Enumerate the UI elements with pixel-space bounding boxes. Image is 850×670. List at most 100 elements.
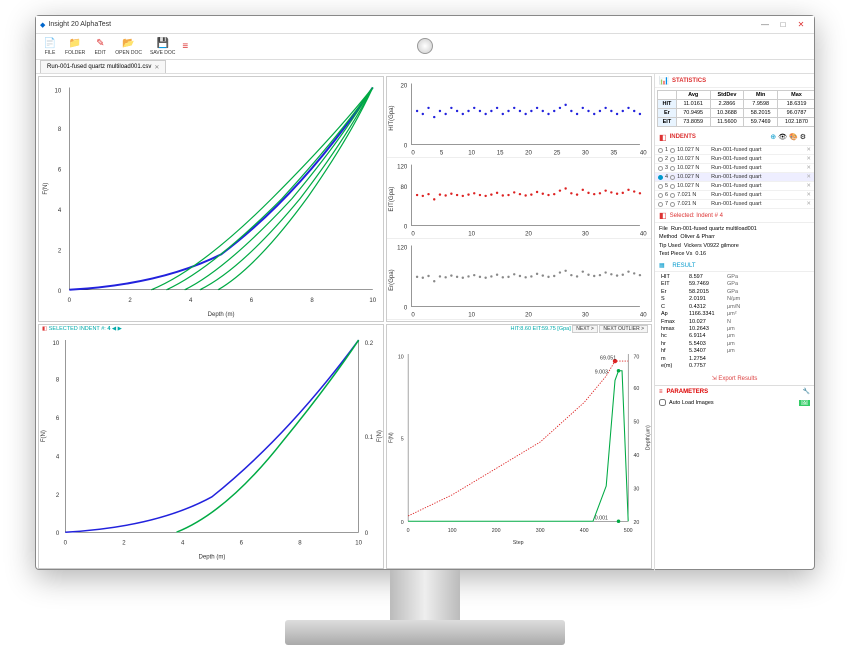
svg-text:4: 4 [58, 208, 62, 214]
indent-row[interactable]: 67.021 NRun-001-fused quart✕ [655, 191, 814, 200]
monitor-stand-neck [390, 570, 460, 625]
maximize-button[interactable]: □ [774, 20, 792, 29]
svg-text:0: 0 [404, 224, 408, 231]
chart-stats-triple[interactable]: HIT(Gpa)0200510152025303540Indent # EIT(… [386, 76, 652, 322]
wrench-icon[interactable]: 🔧 [803, 388, 810, 395]
svg-text:4: 4 [181, 540, 185, 546]
statistics-header[interactable]: 📊STATISTICS [655, 74, 814, 88]
file-button[interactable]: 📄FILE [40, 37, 60, 57]
indent-icon: ◧ [42, 326, 47, 332]
row-close-icon[interactable]: ✕ [806, 156, 811, 162]
svg-text:69.051: 69.051 [600, 355, 616, 361]
folder-button[interactable]: 📁FOLDER [62, 37, 88, 57]
svg-text:10: 10 [52, 341, 59, 347]
indent-row[interactable]: 410.027 NRun-001-fused quart✕ [655, 173, 814, 182]
row-close-icon[interactable]: ✕ [806, 192, 811, 198]
svg-text:2: 2 [58, 248, 62, 254]
svg-text:6: 6 [58, 167, 62, 173]
row-close-icon[interactable]: ✕ [806, 174, 811, 180]
radio-icon[interactable] [658, 148, 663, 153]
config-icon[interactable]: ⚙ [800, 133, 806, 141]
indent-row[interactable]: 510.027 NRun-001-fused quart✕ [655, 182, 814, 191]
radio-icon[interactable] [658, 184, 663, 189]
svg-text:30: 30 [582, 312, 589, 319]
radio-icon[interactable] [670, 193, 675, 198]
radio-icon[interactable] [658, 193, 663, 198]
tab-document[interactable]: Run-001-fused quartz multiload001.csv ✕ [40, 60, 166, 73]
radio-icon[interactable] [670, 184, 675, 189]
edit-button[interactable]: ✎EDIT [90, 37, 110, 57]
svg-text:8: 8 [58, 127, 62, 133]
indent-row[interactable]: 77.021 NRun-001-fused quart✕ [655, 200, 814, 209]
eye-icon[interactable]: 👁 [778, 133, 787, 141]
params-icon: ≡ [659, 389, 663, 395]
indent-row[interactable]: 310.027 NRun-001-fused quart✕ [655, 164, 814, 173]
radio-icon[interactable] [670, 166, 675, 171]
radio-icon[interactable] [658, 166, 663, 171]
edit-icon: ✎ [93, 38, 107, 50]
svg-text:15: 15 [497, 150, 504, 157]
svg-text:0: 0 [401, 519, 404, 525]
radio-icon[interactable] [670, 202, 675, 207]
opendoc-button[interactable]: 📂OPEN DOC [112, 37, 145, 57]
chart-force-depth[interactable]: 0246810 0246810 Depth (m) F(N) [38, 76, 384, 322]
svg-text:10: 10 [468, 312, 475, 319]
row-close-icon[interactable]: ✕ [806, 147, 811, 153]
chart-selected-indent[interactable]: ◧ SELECTED INDENT #: 4 ◀ ▶ 0246810 00.10… [38, 324, 384, 570]
svg-text:HIT(Gpa): HIT(Gpa) [388, 105, 395, 130]
indent-row[interactable]: 110.027 NRun-001-fused quart✕ [655, 146, 814, 155]
image-icon[interactable]: 🖼 [799, 400, 810, 406]
svg-text:0.2: 0.2 [365, 341, 374, 347]
indent-list[interactable]: 110.027 NRun-001-fused quart✕210.027 NRu… [655, 146, 814, 209]
result-icon: ▦ [659, 262, 665, 269]
save-icon: 💾 [156, 38, 170, 50]
close-button[interactable]: ✕ [792, 20, 810, 29]
row-close-icon[interactable]: ✕ [806, 183, 811, 189]
radio-icon[interactable] [670, 148, 675, 153]
radio-icon[interactable] [658, 157, 663, 162]
add-icon[interactable]: ⊕ [770, 133, 776, 141]
svg-text:10: 10 [369, 298, 376, 304]
tab-close-icon[interactable]: ✕ [154, 64, 159, 71]
side-panel: 📊STATISTICS AvgStdDevMinMax HIT11.01612.… [654, 74, 814, 571]
radio-icon[interactable] [670, 157, 675, 162]
monitor-stand-base [285, 620, 565, 645]
nav-arrows[interactable]: ◀ ▶ [112, 326, 122, 332]
svg-text:2: 2 [122, 540, 126, 546]
indent-row[interactable]: 210.027 NRun-001-fused quart✕ [655, 155, 814, 164]
row-close-icon[interactable]: ✕ [806, 201, 811, 207]
radio-icon[interactable] [658, 202, 663, 207]
document-tabs: Run-001-fused quartz multiload001.csv ✕ [36, 60, 814, 74]
indents-header[interactable]: ◧INDENTS ⊕ 👁 🎨 ⚙ [655, 129, 814, 146]
savedoc-button[interactable]: 💾SAVE DOC [147, 37, 178, 57]
parameters-bar[interactable]: ≡ PARAMETERS 🔧 [655, 385, 814, 397]
svg-text:8: 8 [310, 298, 314, 304]
row-close-icon[interactable]: ✕ [806, 165, 811, 171]
svg-text:40: 40 [640, 150, 647, 157]
radio-icon[interactable] [658, 175, 663, 180]
svg-text:50: 50 [633, 419, 639, 425]
svg-text:10: 10 [468, 150, 475, 157]
color-icon[interactable]: 🎨 [789, 133, 798, 141]
export-results-button[interactable]: ⇲ Export Results [655, 372, 814, 385]
minimize-button[interactable]: — [756, 20, 774, 29]
svg-text:20: 20 [525, 150, 532, 157]
menu-toggle-icon[interactable]: ≡ [182, 41, 188, 52]
result-header: ▦ RESULT [655, 260, 814, 272]
svg-text:4: 4 [189, 298, 193, 304]
svg-text:5: 5 [440, 150, 444, 157]
selected-info: File Run-001-fused quartz multiload001 M… [655, 223, 814, 260]
svg-text:Step: Step [513, 540, 524, 546]
radio-icon[interactable] [670, 175, 675, 180]
svg-text:500: 500 [624, 527, 633, 533]
app-icon: ◆ [40, 21, 45, 29]
next-outlier-button[interactable]: NEXT OUTLIER > [599, 325, 648, 333]
svg-text:400: 400 [580, 527, 589, 533]
svg-text:6: 6 [56, 415, 60, 421]
chart-step[interactable]: HIT:8.60 EIT:59.75 [Gpa] NEXT > NEXT OUT… [386, 324, 652, 570]
svg-text:10: 10 [55, 89, 62, 95]
next-button[interactable]: NEXT > [572, 325, 598, 333]
svg-text:0: 0 [58, 289, 62, 295]
svg-text:0: 0 [365, 531, 369, 537]
autoload-checkbox[interactable] [659, 399, 666, 406]
